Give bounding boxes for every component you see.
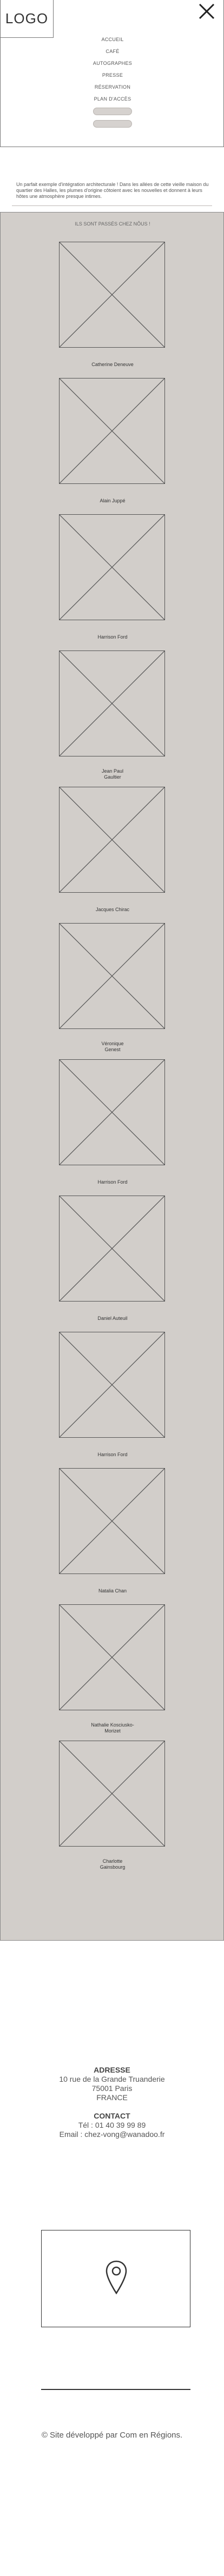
artist-name-line: Jean Paul (101, 768, 124, 774)
image-placeholder-icon (60, 1469, 164, 1574)
artist-name: Catherine Deneuve (1, 362, 224, 368)
image-placeholder-icon (60, 787, 164, 892)
image-placeholder-icon (60, 379, 164, 483)
nav-item-presse[interactable]: PRESSE (102, 69, 123, 81)
autograph-image-placeholder[interactable] (59, 650, 165, 756)
autograph-image-placeholder[interactable] (59, 1332, 165, 1438)
language-toggle-1[interactable] (93, 108, 132, 115)
address-line: 10 rue de la Grande Truanderie (59, 2075, 165, 2083)
map[interactable] (41, 2230, 190, 2327)
email[interactable]: Email : chez-vong@wanadoo.fr (0, 2130, 224, 2139)
autograph-image-placeholder[interactable] (59, 1059, 165, 1165)
autograph-image-placeholder[interactable] (59, 923, 165, 1029)
image-placeholder-icon (60, 924, 164, 1028)
address-line: 75001 Paris (91, 2084, 133, 2093)
image-placeholder-icon (60, 651, 164, 756)
image-placeholder-icon (60, 1332, 164, 1437)
image-placeholder-icon (60, 242, 164, 347)
artist-name-line: Daniel Auteuil (97, 1316, 128, 1321)
artist-name: Harrison Ford (1, 1452, 224, 1458)
artist-name-line: Harrison Ford (97, 1452, 128, 1457)
artist-name-line: Véronique (101, 1041, 124, 1046)
divider (12, 205, 212, 206)
artist-name-line: Genest (104, 1047, 121, 1052)
address-line: FRANCE (96, 2093, 128, 2102)
autograph-image-placeholder[interactable] (59, 1604, 165, 1710)
artist-name-line: Nathalie Kosciusko- (91, 1722, 134, 1728)
nav-item-cafe[interactable]: CAFÉ (106, 45, 119, 57)
artist-name: Harrison Ford (1, 634, 224, 640)
artist-name-line: Alain Juppé (100, 498, 126, 503)
artist-name: Véronique Genest (1, 1041, 224, 1053)
artist-name: Harrison Ford (1, 1179, 224, 1185)
autograph-image-placeholder[interactable] (59, 1468, 165, 1574)
autograph-image-placeholder[interactable] (59, 787, 165, 893)
nav-item-autographes[interactable]: AUTOGRAPHES (93, 57, 132, 69)
contact-section: ADRESSE 10 rue de la Grande Truanderie 7… (0, 2066, 224, 2139)
artist-name: Nathalie Kosciusko- Morizet (1, 1722, 224, 1734)
autographs-gallery: ILS SONT PASSÉS CHEZ NÔUS ! Catherine De… (0, 212, 224, 1941)
autograph-image-placeholder[interactable] (59, 242, 165, 348)
location-pin-icon (106, 2260, 127, 2295)
artist-name: Natalia Chan (1, 1588, 224, 1594)
artist-name-line: Gainsbourg (100, 1864, 126, 1870)
image-placeholder-icon (60, 1060, 164, 1165)
artist-name-line: Natalia Chan (98, 1588, 127, 1594)
artist-name: Alain Juppé (1, 498, 224, 504)
intro-text: Un parfait exemple d'intégration archite… (16, 182, 209, 199)
artist-name: Jacques Chirac (1, 907, 224, 913)
autograph-image-placeholder[interactable] (59, 1196, 165, 1302)
close-menu-icon[interactable] (197, 2, 216, 21)
footer-divider (41, 2389, 190, 2390)
autograph-image-placeholder[interactable] (59, 1741, 165, 1847)
image-placeholder-icon (60, 1605, 164, 1710)
autograph-image-placeholder[interactable] (59, 514, 165, 620)
artist-name-line: Charlotte (102, 1858, 123, 1864)
artist-name: Daniel Auteuil (1, 1316, 224, 1322)
image-placeholder-icon (60, 1196, 164, 1301)
logo[interactable]: LOGO (1, 0, 54, 38)
address-heading: ADRESSE (94, 2066, 130, 2074)
gallery-title: ILS SONT PASSÉS CHEZ NÔUS ! (75, 221, 150, 227)
artist-name-line: Harrison Ford (97, 1179, 128, 1185)
nav-item-accueil[interactable]: ACCUEIL (101, 34, 123, 45)
phone[interactable]: Tél : 01 40 39 99 89 (0, 2121, 224, 2130)
artist-name: Jean Paul Gaultier (1, 768, 224, 780)
artist-name-line: Jacques Chirac (95, 907, 130, 912)
image-placeholder-icon (60, 1741, 164, 1846)
artist-name-line: Gaultier (104, 774, 121, 780)
site-header: LOGO ACCUEIL CAFÉ AUTOGRAPHES PRESSE RÉS… (0, 0, 224, 147)
main-nav: ACCUEIL CAFÉ AUTOGRAPHES PRESSE RÉSERVAT… (1, 34, 224, 131)
contact-heading: CONTACT (94, 2112, 130, 2120)
footer-credit: © Site développé par Com en Régions. (41, 2431, 183, 2440)
artist-name-line: Harrison Ford (97, 634, 128, 640)
nav-item-plan-acces[interactable]: PLAN D'ACCÈS (94, 93, 131, 105)
language-toggle-2[interactable] (93, 120, 132, 128)
artist-name-line: Catherine Deneuve (91, 362, 134, 367)
image-placeholder-icon (60, 515, 164, 620)
artist-name: Charlotte Gainsbourg (1, 1858, 224, 1870)
nav-item-reservation[interactable]: RÉSERVATION (95, 81, 130, 93)
artist-name-line: Morizet (104, 1728, 121, 1734)
autograph-image-placeholder[interactable] (59, 378, 165, 484)
